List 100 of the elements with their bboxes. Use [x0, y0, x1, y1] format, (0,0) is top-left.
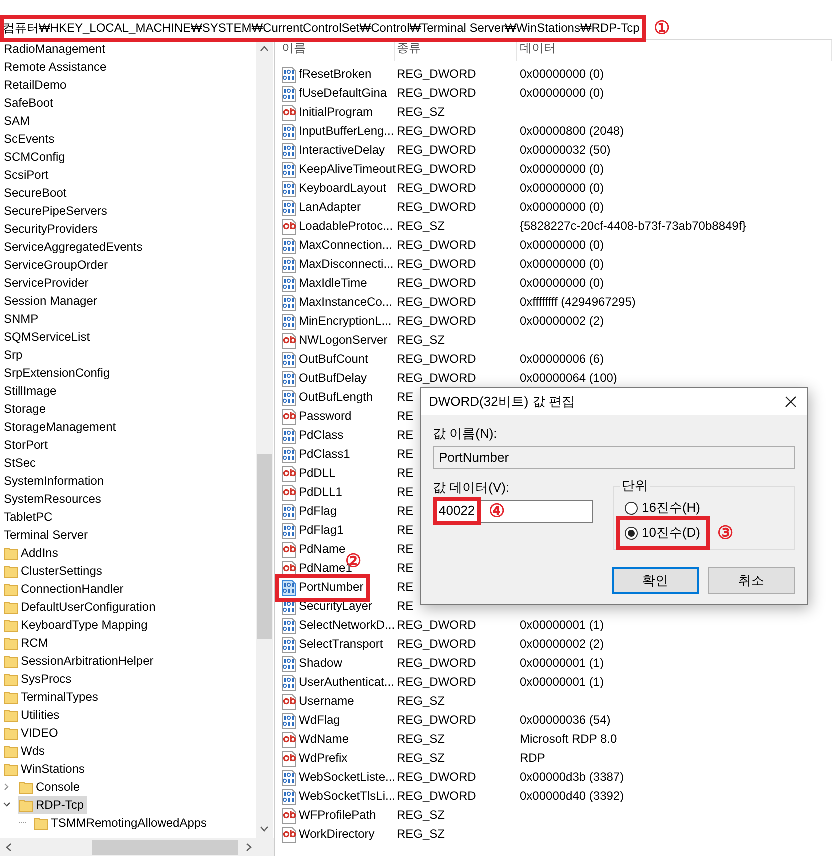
value-name[interactable]: OutBufCount — [299, 352, 368, 367]
address-path[interactable]: 컴퓨터₩HKEY_LOCAL_MACHINE₩SYSTEM₩CurrentControlSet₩Control₩Terminal Server₩WinStations₩RDP-Tcp — [3, 21, 640, 36]
scroll-up-icon[interactable] — [260, 46, 269, 52]
tree-item[interactable]: AddIns — [3, 544, 62, 562]
tree-item[interactable]: ServiceProvider — [3, 274, 92, 292]
value-name[interactable]: MaxDisconnecti... — [299, 257, 394, 272]
scroll-right-icon[interactable] — [246, 842, 252, 852]
tree-item[interactable]: ClusterSettings — [3, 562, 106, 580]
tree-item[interactable]: ScEvents — [3, 130, 58, 148]
value-name[interactable]: MinEncryptionL... — [299, 314, 392, 329]
tree-item[interactable]: SafeBoot — [3, 94, 56, 112]
value-name[interactable]: InteractiveDelay — [299, 143, 386, 158]
value-name[interactable]: InputBufferLeng... — [299, 124, 394, 139]
tree-item[interactable]: WinStations — [3, 760, 88, 778]
value-name[interactable]: WebSocketListe... — [299, 770, 396, 785]
value-name[interactable]: MaxInstanceCo... — [299, 295, 392, 310]
tree-item[interactable]: SystemInformation — [3, 472, 108, 490]
vertical-scrollbar[interactable] — [256, 40, 273, 838]
radio-option[interactable]: 16진수(H) — [622, 497, 704, 519]
value-name[interactable]: KeyboardLayout — [299, 181, 386, 196]
scrollbar-thumb[interactable] — [257, 454, 272, 639]
value-name[interactable]: InitialProgram — [299, 105, 374, 120]
tree-item[interactable]: SNMP — [3, 310, 42, 328]
tree-item[interactable]: SecurityProviders — [3, 220, 102, 238]
value-name[interactable]: PdFlag — [299, 504, 338, 519]
dialog-button[interactable]: 취소 — [708, 567, 795, 594]
value-name[interactable]: PdClass — [299, 428, 344, 443]
scroll-left-icon[interactable] — [6, 842, 12, 852]
tree-item[interactable]: SecureBoot — [3, 184, 70, 202]
expand-chevron-icon[interactable] — [3, 783, 11, 791]
tree-item[interactable]: StSec — [3, 454, 40, 472]
tree-item[interactable]: ConnectionHandler — [3, 580, 127, 598]
tree-item[interactable]: ServiceGroupOrder — [3, 256, 112, 274]
tree-item[interactable]: SysProcs — [3, 670, 75, 688]
value-name[interactable]: NWLogonServer — [299, 333, 388, 348]
tree-item[interactable]: RCM — [3, 634, 52, 652]
dialog-button[interactable]: 확인 — [612, 567, 699, 594]
tree-item[interactable]: RDP-Tcp — [18, 796, 88, 814]
scrollbar-thumb[interactable] — [92, 840, 238, 854]
value-name[interactable]: Username — [299, 694, 354, 709]
tree-item[interactable]: SQMServiceList — [3, 328, 94, 346]
value-name[interactable]: Shadow — [299, 656, 342, 671]
tree-item[interactable]: StorPort — [3, 436, 52, 454]
tree-item[interactable]: Utilities — [3, 706, 63, 724]
tree-item[interactable]: VIDEO — [3, 724, 62, 742]
value-name[interactable]: OutBufLength — [299, 390, 374, 405]
value-name[interactable]: fResetBroken — [299, 67, 372, 82]
tree-item[interactable]: Storage — [3, 400, 50, 418]
value-name[interactable]: WdName — [299, 732, 350, 747]
tree-item[interactable]: SrpExtensionConfig — [3, 364, 114, 382]
radio-option[interactable]: 10진수(D) — [622, 522, 704, 544]
value-name[interactable]: UserAuthenticat... — [299, 675, 394, 690]
tree-item[interactable]: StorageManagement — [3, 418, 120, 436]
tree-item[interactable]: RadioManagement — [3, 40, 108, 58]
tree-item[interactable]: KeyboardType Mapping — [3, 616, 151, 634]
tree-item[interactable]: TSMMRemotingAllowedApps — [33, 814, 210, 832]
value-name[interactable]: MaxConnection... — [299, 238, 392, 253]
column-header[interactable]: 이름 — [277, 40, 395, 61]
value-name[interactable]: SelectNetworkD... — [299, 618, 396, 633]
close-icon[interactable] — [785, 396, 797, 408]
column-header[interactable]: 종류 — [395, 40, 517, 61]
value-name[interactable]: fUseDefaultGina — [299, 86, 388, 101]
tree-item[interactable]: ScsiPort — [3, 166, 52, 184]
horizontal-scrollbar[interactable] — [0, 838, 274, 856]
value-name[interactable]: WebSocketTlsLi... — [299, 789, 396, 804]
tree-item[interactable]: Remote Assistance — [3, 58, 110, 76]
tree-item[interactable]: TabletPC — [3, 508, 56, 526]
collapse-chevron-icon[interactable] — [3, 801, 11, 809]
tree-item[interactable]: StillImage — [3, 382, 60, 400]
tree-item[interactable]: Srp — [3, 346, 26, 364]
value-name[interactable]: WdFlag — [299, 713, 340, 728]
tree-item[interactable]: TerminalTypes — [3, 688, 102, 706]
column-header[interactable]: 데이터 — [517, 40, 832, 61]
tree-item[interactable]: Console — [18, 778, 84, 796]
scroll-down-icon[interactable] — [260, 826, 269, 832]
value-name[interactable]: WFProfilePath — [299, 808, 376, 823]
tree-item[interactable]: DefaultUserConfiguration — [3, 598, 159, 616]
value-name[interactable]: KeepAliveTimeout — [299, 162, 396, 177]
tree-item[interactable]: RetailDemo — [3, 76, 70, 94]
value-name[interactable]: OutBufDelay — [299, 371, 368, 386]
value-name[interactable]: PdDLL1 — [299, 485, 342, 500]
value-name[interactable]: PdFlag1 — [299, 523, 344, 538]
value-name[interactable]: Password — [299, 409, 352, 424]
tree-item[interactable]: SessionArbitrationHelper — [3, 652, 157, 670]
value-name[interactable]: PortNumber — [299, 580, 364, 595]
tree-item[interactable]: SystemResources — [3, 490, 104, 508]
value-name[interactable]: LoadableProtoc... — [299, 219, 394, 234]
value-name[interactable]: SecurityLayer — [299, 599, 372, 614]
value-name[interactable]: PdName — [299, 542, 346, 557]
value-name[interactable]: PdClass1 — [299, 447, 350, 462]
value-name[interactable]: PdDLL — [299, 466, 336, 481]
value-name[interactable]: MaxIdleTime — [299, 276, 368, 291]
value-name[interactable]: WdPrefix — [299, 751, 348, 766]
value-name[interactable]: SelectTransport — [299, 637, 384, 652]
value-name[interactable]: WorkDirectory — [299, 827, 375, 842]
tree-item[interactable]: SecurePipeServers — [3, 202, 110, 220]
tree-item[interactable]: Wds — [3, 742, 48, 760]
value-name[interactable]: LanAdapter — [299, 200, 362, 215]
name-field[interactable]: PortNumber — [433, 446, 795, 469]
tree-item[interactable]: SAM — [3, 112, 34, 130]
